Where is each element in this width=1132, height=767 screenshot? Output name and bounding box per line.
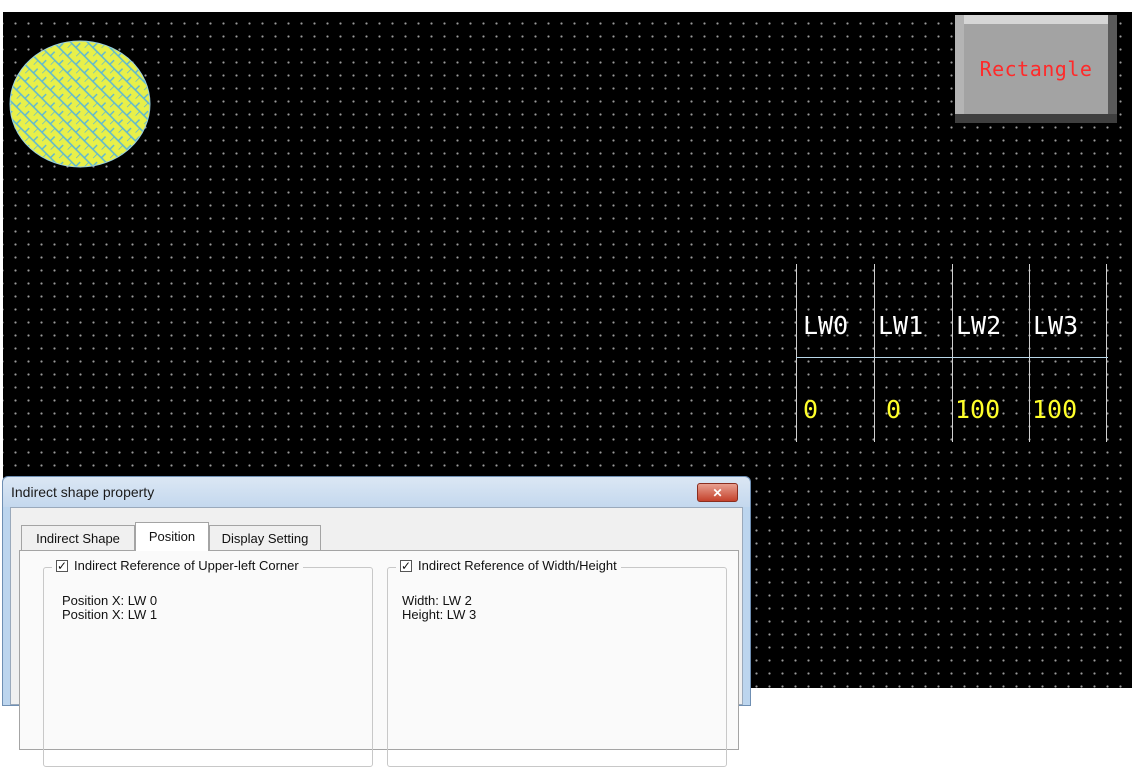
position-x-line-2: Position X: LW 1 <box>62 607 158 622</box>
tab-indirect-shape[interactable]: Indirect Shape <box>21 525 135 550</box>
header-lw3: LW3 <box>1033 311 1079 340</box>
upper-left-corner-title: Indirect Reference of Upper-left Corner <box>74 558 299 573</box>
rectangle-button[interactable]: Rectangle <box>955 15 1117 123</box>
indirect-shape-property-dialog: Indirect shape property ✕ Indirect Shape… <box>2 476 751 767</box>
value-lw0: 0 <box>803 395 819 424</box>
value-lw1: 0 <box>886 395 902 424</box>
value-lw3: 100 <box>1032 395 1078 424</box>
lw-numeric-table: LW0 LW1 LW2 LW3 0 0 100 100 <box>796 264 1108 442</box>
dialog-titlebar[interactable]: Indirect shape property ✕ <box>3 477 750 507</box>
header-lw0: LW0 <box>803 311 849 340</box>
position-tab-panel: ✓ Indirect Reference of Upper-left Corne… <box>19 550 739 767</box>
height-line: Height: LW 3 <box>402 607 477 622</box>
dialog-client-area: Indirect Shape Position Display Setting … <box>10 507 743 767</box>
width-height-group: ✓ Indirect Reference of Width/Height Wid… <box>387 558 727 767</box>
width-height-checkbox[interactable]: ✓ <box>400 559 412 572</box>
dialog-title: Indirect shape property <box>11 484 155 500</box>
header-lw1: LW1 <box>878 311 924 340</box>
position-x-line-1: Position X: LW 0 <box>62 593 158 608</box>
upper-left-corner-checkbox[interactable]: ✓ <box>56 559 68 572</box>
value-lw2: 100 <box>955 395 1001 424</box>
rectangle-button-label: Rectangle <box>979 57 1093 81</box>
upper-left-corner-group: ✓ Indirect Reference of Upper-left Corne… <box>43 558 373 767</box>
close-button[interactable]: ✕ <box>697 483 738 502</box>
close-icon: ✕ <box>712 485 723 500</box>
width-line: Width: LW 2 <box>402 593 472 608</box>
tab-display-setting[interactable]: Display Setting <box>209 525 321 550</box>
tab-position[interactable]: Position <box>135 522 209 551</box>
header-lw2: LW2 <box>956 311 1002 340</box>
indirect-circle-shape[interactable] <box>8 39 153 169</box>
width-height-title: Indirect Reference of Width/Height <box>418 558 617 573</box>
